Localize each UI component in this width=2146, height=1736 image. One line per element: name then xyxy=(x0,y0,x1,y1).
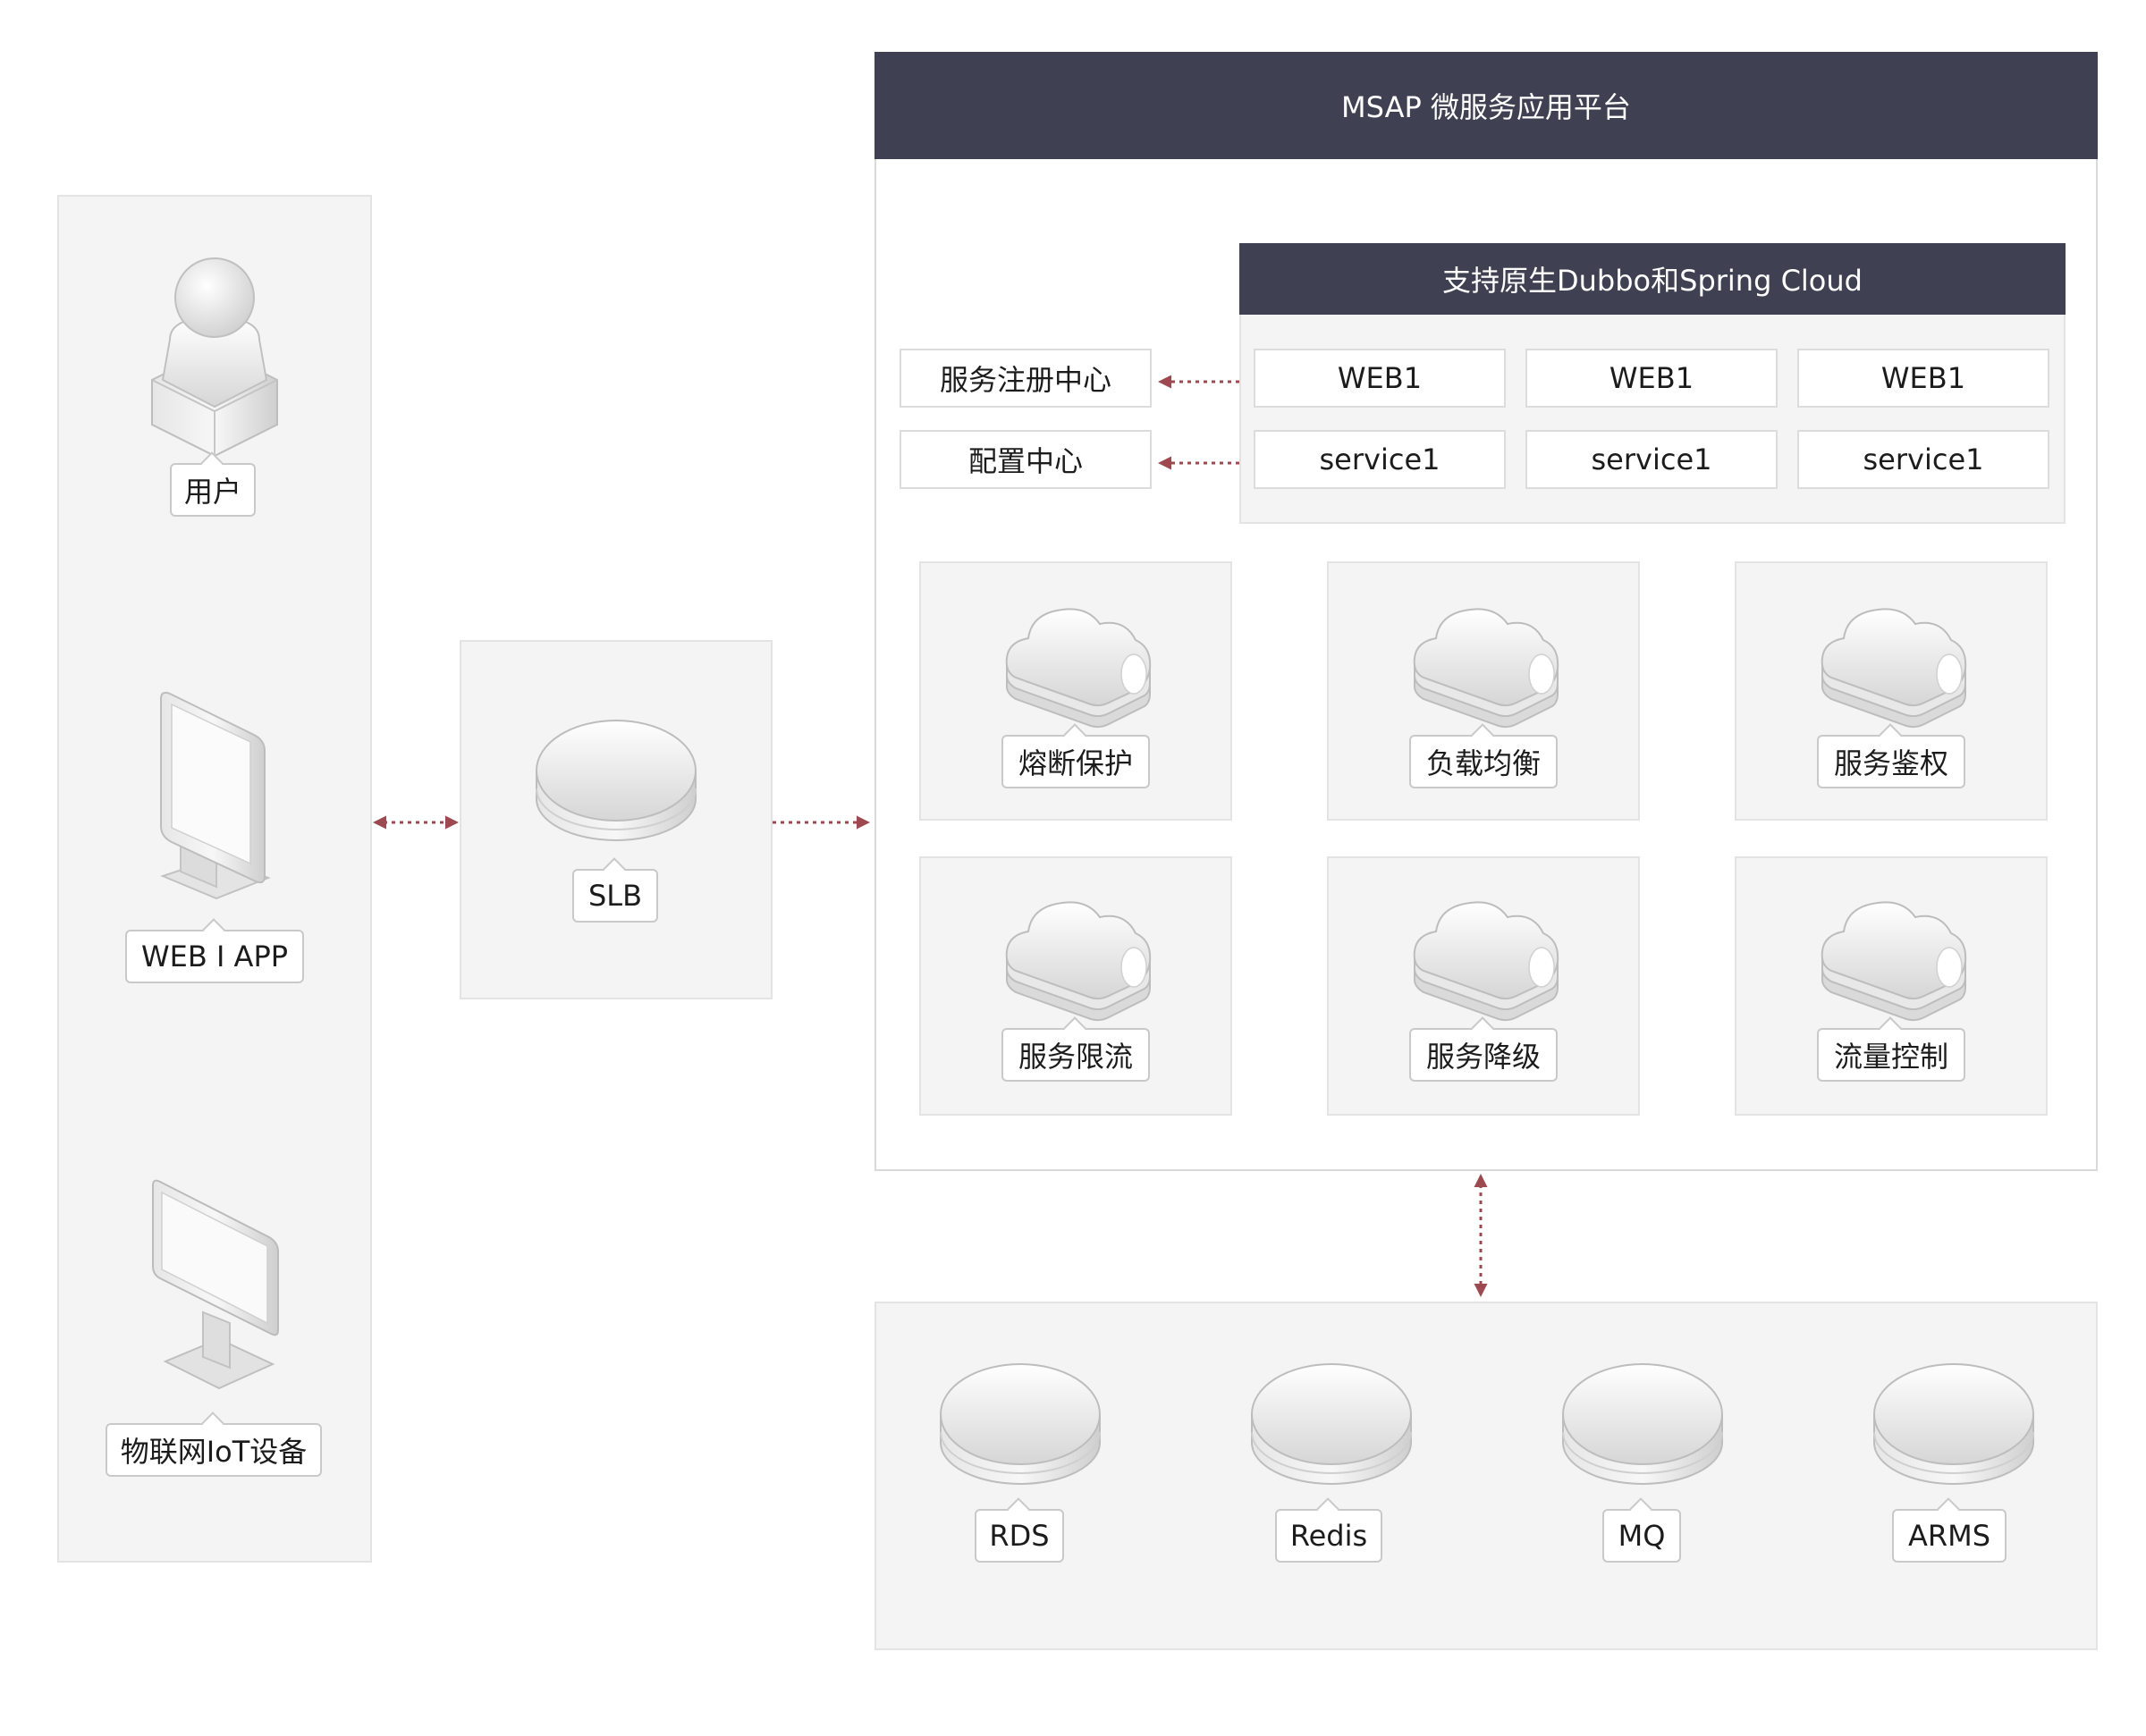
capability-label: 负载均衡 xyxy=(1409,735,1558,788)
framework-title: 支持原生Dubbo和Spring Cloud xyxy=(1239,243,2066,315)
registry-arrow xyxy=(1158,375,1239,389)
cloud-icon xyxy=(1005,608,1152,729)
capability-label: 服务鉴权 xyxy=(1817,735,1965,788)
config-center-box: 配置中心 xyxy=(900,430,1152,489)
cloud-icon xyxy=(1821,608,1967,729)
slb-label: SLB xyxy=(572,869,658,923)
user-label: 用户 xyxy=(170,463,256,517)
service-box-2: service1 xyxy=(1525,430,1778,489)
capability-label: 熔断保护 xyxy=(1001,735,1150,788)
web-box-3: WEB1 xyxy=(1797,349,2049,408)
backend-label: Redis xyxy=(1275,1509,1382,1563)
load-balancer-icon xyxy=(536,720,697,841)
slb-msap-arrow xyxy=(773,815,870,830)
config-arrow xyxy=(1158,456,1239,470)
registry-center-box: 服务注册中心 xyxy=(900,349,1152,408)
backend-label: RDS xyxy=(975,1509,1064,1563)
service-box-3: service1 xyxy=(1797,430,2049,489)
capability-label: 流量控制 xyxy=(1817,1028,1965,1082)
cloud-icon xyxy=(1005,901,1152,1022)
tablet-icon xyxy=(160,691,271,900)
cloud-icon xyxy=(1821,901,1967,1022)
web-app-label: WEB I APP xyxy=(125,930,304,983)
msap-title: MSAP 微服务应用平台 xyxy=(874,52,2098,159)
backend-label: MQ xyxy=(1602,1509,1681,1563)
backend-label: ARMS xyxy=(1892,1509,2007,1563)
redis-icon xyxy=(1251,1363,1412,1485)
capability-label: 服务降级 xyxy=(1409,1028,1558,1082)
mq-icon xyxy=(1562,1363,1723,1485)
msap-backend-arrow xyxy=(1474,1174,1488,1297)
iot-device-label: 物联网IoT设备 xyxy=(106,1423,322,1477)
capability-label: 服务限流 xyxy=(1001,1028,1150,1082)
monitor-icon xyxy=(152,1179,279,1390)
rds-icon xyxy=(940,1363,1101,1485)
service-box-1: service1 xyxy=(1254,430,1506,489)
clients-slb-arrow xyxy=(373,815,459,830)
user-icon xyxy=(151,257,278,458)
web-box-2: WEB1 xyxy=(1525,349,1778,408)
web-box-1: WEB1 xyxy=(1254,349,1506,408)
cloud-icon xyxy=(1413,901,1559,1022)
cloud-icon xyxy=(1413,608,1559,729)
arms-icon xyxy=(1873,1363,2034,1485)
